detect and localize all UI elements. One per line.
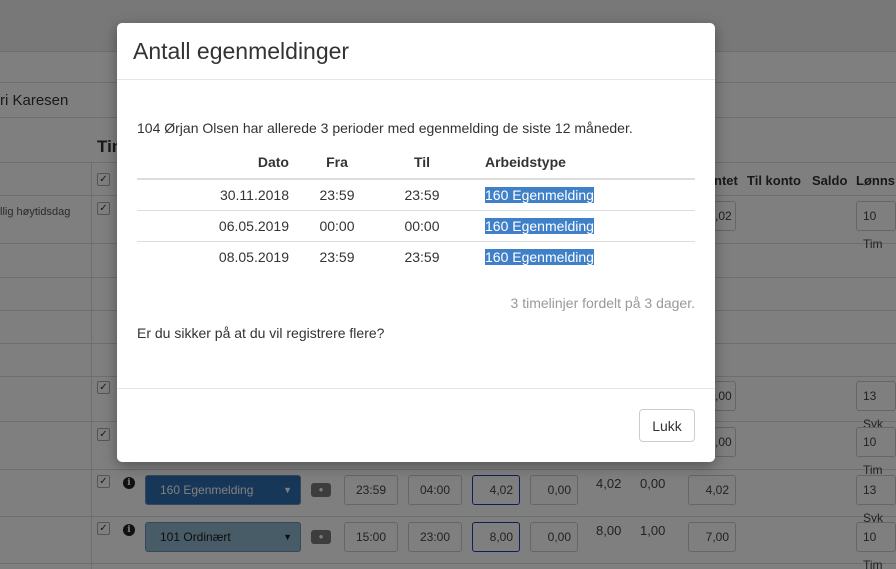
summary-text: 3 timelinjer fordelt på 3 dager. <box>510 295 695 311</box>
cell-arbeidstype: 160 Egenmelding <box>485 186 594 203</box>
header-dato: Dato <box>137 146 297 180</box>
cell-dato: 30.11.2018 <box>137 178 297 210</box>
table-row: 08.05.2019 23:59 23:59 160 Egenmelding <box>137 240 695 272</box>
cell-fra: 23:59 <box>297 178 377 210</box>
cell-dato: 06.05.2019 <box>137 209 297 241</box>
dialog-footer: Lukk <box>117 388 715 462</box>
cell-dato: 08.05.2019 <box>137 240 297 272</box>
table-row: 06.05.2019 00:00 00:00 160 Egenmelding <box>137 209 695 241</box>
confirm-question: Er du sikker på at du vil registrere fle… <box>137 325 385 341</box>
egenmelding-table: Dato Fra Til Arbeidstype 30.11.2018 23:5… <box>137 146 695 272</box>
cell-til: 00:00 <box>377 209 467 241</box>
dialog-header: Antall egenmeldinger <box>117 23 715 80</box>
cell-arbeidstype: 160 Egenmelding <box>485 248 594 265</box>
table-row: 30.11.2018 23:59 23:59 160 Egenmelding <box>137 178 695 210</box>
dialog-title: Antall egenmeldinger <box>133 38 350 64</box>
cell-arbeidstype: 160 Egenmelding <box>485 217 594 234</box>
dialog-body: 104 Ørjan Olsen har allerede 3 perioder … <box>117 80 715 388</box>
cell-fra: 23:59 <box>297 240 377 272</box>
close-button[interactable]: Lukk <box>639 409 695 442</box>
header-fra: Fra <box>297 146 377 180</box>
cell-til: 23:59 <box>377 178 467 210</box>
intro-text: 104 Ørjan Olsen har allerede 3 perioder … <box>137 120 633 136</box>
cell-fra: 00:00 <box>297 209 377 241</box>
header-arbeidstype: Arbeidstype <box>467 146 695 180</box>
cell-til: 23:59 <box>377 240 467 272</box>
table-header-row: Dato Fra Til Arbeidstype <box>137 146 695 180</box>
egenmelding-dialog: Antall egenmeldinger 104 Ørjan Olsen har… <box>117 23 715 462</box>
header-til: Til <box>377 146 467 180</box>
